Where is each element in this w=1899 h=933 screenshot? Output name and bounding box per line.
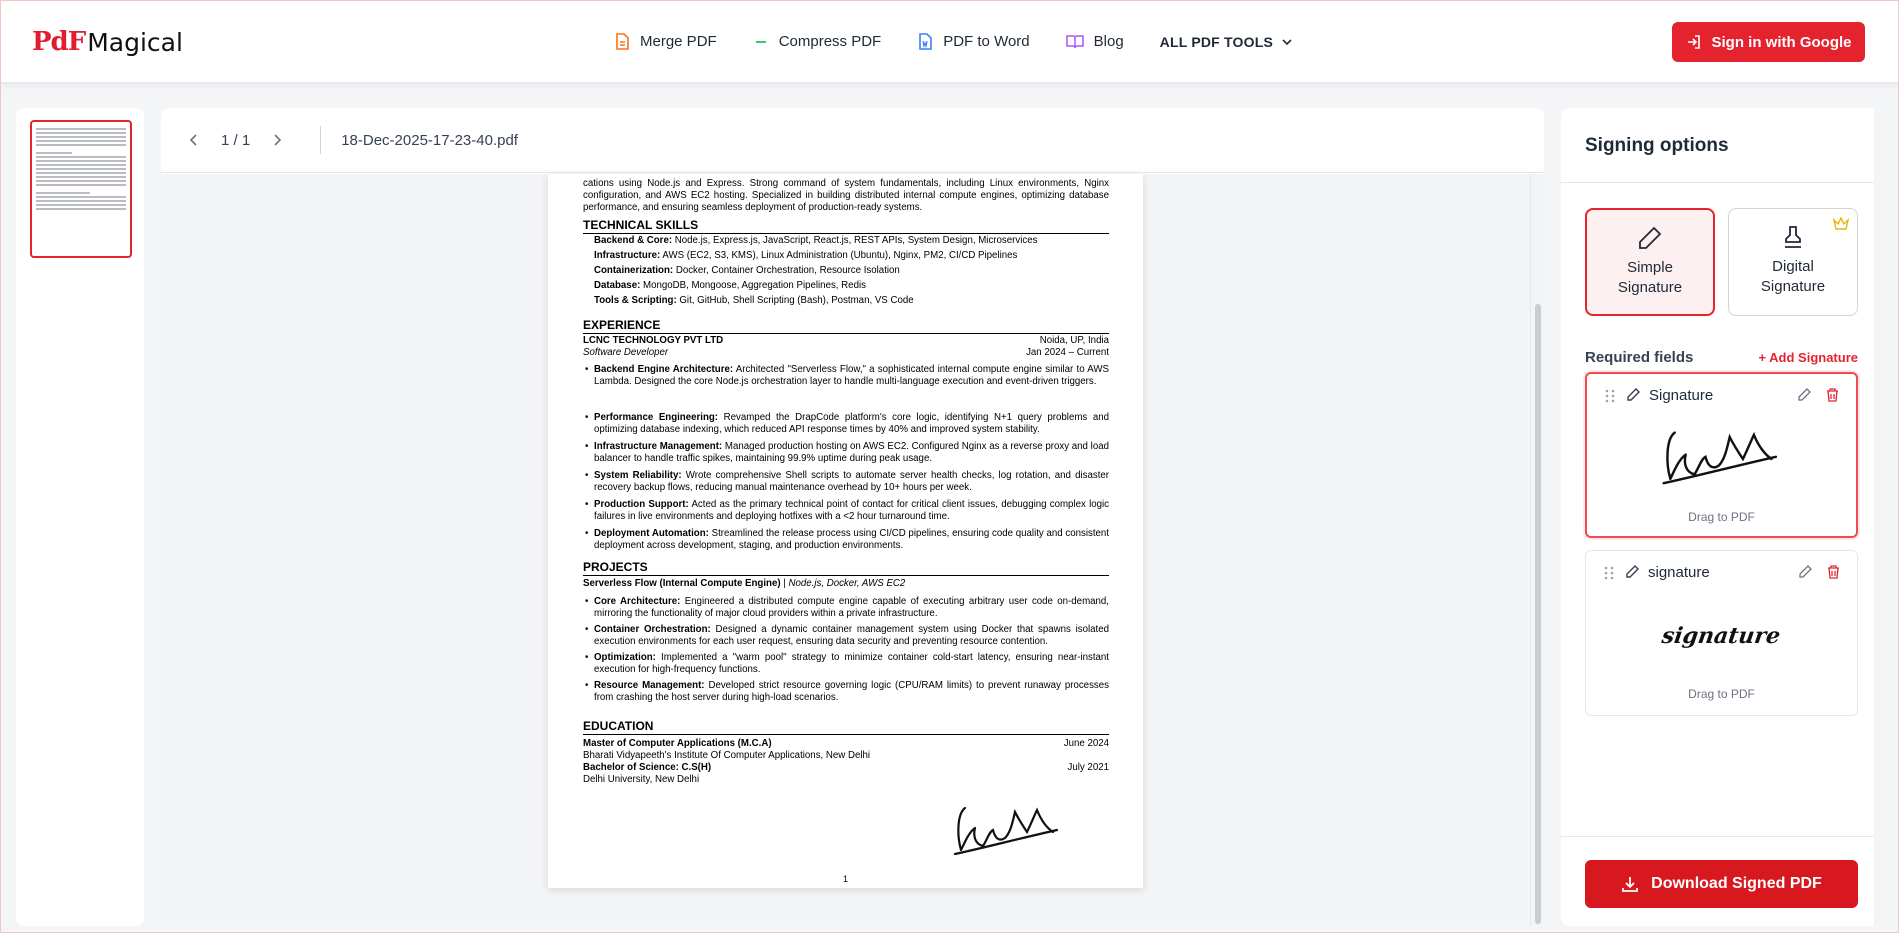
role-row: Software Developer Jan 2024 – Current <box>583 347 1109 358</box>
viewer-scrollbar[interactable] <box>1530 174 1544 926</box>
drag-hint: Drag to PDF <box>1688 510 1755 524</box>
experience-bullet: Production Support: Acted as the primary… <box>583 499 1109 522</box>
project-title-row: Serverless Flow (Internal Compute Engine… <box>583 578 906 589</box>
panel-scrollbar[interactable] <box>1874 108 1882 926</box>
drag-handle-icon[interactable] <box>1605 389 1615 403</box>
experience-bullet: Backend Engine Architecture: Architected… <box>583 364 1109 387</box>
nav-blog-label: Blog <box>1093 33 1124 50</box>
drag-handle-icon[interactable] <box>1604 566 1614 580</box>
signature-preview: signature <box>1586 601 1857 671</box>
book-icon <box>1065 34 1084 48</box>
top-header: PdF Magical Merge PDF Compress PDF PDF t… <box>0 0 1899 83</box>
simple-signature-option[interactable]: Simple Signature <box>1585 208 1715 316</box>
panel-footer-divider <box>1561 836 1882 837</box>
education-row: Bachelor of Science: C.S(H) July 2021 <box>583 762 1109 773</box>
pdf-page[interactable]: cations using Node.js and Express. Stron… <box>548 174 1143 888</box>
signature-name: Signature <box>1649 387 1714 404</box>
main-nav: Merge PDF Compress PDF PDF to Word Blog … <box>614 0 1329 83</box>
nav-pdf-to-word-label: PDF to Word <box>943 33 1030 50</box>
skill-row: Infrastructure: AWS (EC2, S3, KMS), Linu… <box>594 250 1018 261</box>
project-bullet: Resource Management: Developed strict re… <box>583 680 1109 703</box>
page-number: 1 <box>842 874 848 884</box>
project-bullet: Optimization: Implemented a "warm pool" … <box>583 652 1109 675</box>
education-school: Delhi University, New Delhi <box>583 774 700 785</box>
page-thumbnail-1[interactable] <box>30 120 132 258</box>
chevron-down-icon <box>1282 38 1292 45</box>
thumbnail-sidebar <box>16 108 144 926</box>
company-row: LCNC TECHNOLOGY PVT LTD Noida, UP, India <box>583 335 1109 346</box>
sign-in-label: Sign in with Google <box>1711 33 1852 51</box>
nav-compress-pdf-label: Compress PDF <box>778 33 882 50</box>
typed-signature: signature <box>1660 623 1783 649</box>
scrollbar-thumb[interactable] <box>1535 304 1541 924</box>
viewer-toolbar: 1 / 1 18-Dec-2025-17-23-40.pdf <box>161 108 1544 173</box>
section-technical-skills: TECHNICAL SKILLS <box>583 218 1109 234</box>
nav-merge-pdf-label: Merge PDF <box>640 33 717 50</box>
file-name: 18-Dec-2025-17-23-40.pdf <box>341 131 518 149</box>
nav-all-tools-label: ALL PDF TOOLS <box>1159 33 1273 50</box>
signature-card[interactable]: signature signature Drag to PDF <box>1585 550 1858 716</box>
edit-icon[interactable] <box>1797 388 1811 402</box>
digital-signature-label: Digital Signature <box>1760 258 1826 295</box>
placed-signature[interactable] <box>953 802 1063 862</box>
pen-icon <box>1626 565 1639 578</box>
download-icon <box>1622 877 1639 892</box>
download-label: Download Signed PDF <box>1651 875 1822 892</box>
chevron-left-icon[interactable] <box>187 133 201 147</box>
skill-row: Database: MongoDB, Mongoose, Aggregation… <box>594 280 866 291</box>
document-icon <box>616 32 629 50</box>
required-fields-label: Required fields <box>1585 349 1694 366</box>
panel-divider <box>1561 182 1882 183</box>
simple-signature-label: Simple Signature <box>1617 259 1683 296</box>
signing-options-panel: Signing options Simple Signature Digital… <box>1561 108 1882 926</box>
nav-merge-pdf[interactable]: Merge PDF <box>614 32 717 51</box>
section-experience: EXPERIENCE <box>583 318 1109 334</box>
nav-compress-pdf[interactable]: Compress PDF <box>753 33 882 51</box>
drag-hint: Drag to PDF <box>1688 687 1755 701</box>
download-signed-pdf-button[interactable]: Download Signed PDF <box>1585 860 1858 908</box>
project-bullet: Container Orchestration: Designed a dyna… <box>583 624 1109 647</box>
digital-signature-option[interactable]: Digital Signature <box>1728 208 1858 316</box>
experience-bullet: Deployment Automation: Streamlined the r… <box>583 528 1109 551</box>
section-projects: PROJECTS <box>583 560 1109 576</box>
logo-text: Magical <box>87 27 183 57</box>
logo[interactable]: PdF Magical <box>32 26 183 58</box>
experience-bullet: System Reliability: Wrote comprehensive … <box>583 470 1109 493</box>
experience-bullet: Infrastructure Management: Managed produ… <box>583 441 1109 464</box>
skill-row: Containerization: Docker, Container Orch… <box>594 265 900 276</box>
sign-in-google-button[interactable]: Sign in with Google <box>1672 22 1865 62</box>
add-signature-button[interactable]: + Add Signature <box>1758 350 1858 365</box>
panel-title: Signing options <box>1585 135 1729 156</box>
experience-bullet: Performance Engineering: Revamped the Dr… <box>583 412 1109 435</box>
crown-icon <box>1833 217 1849 230</box>
trash-icon[interactable] <box>1827 565 1840 579</box>
nav-all-pdf-tools[interactable]: ALL PDF TOOLS <box>1160 34 1293 50</box>
signature-name: signature <box>1648 564 1710 581</box>
pen-icon <box>1627 388 1640 401</box>
pdf-viewer: 1 / 1 18-Dec-2025-17-23-40.pdf cations u… <box>161 108 1544 926</box>
pen-icon <box>1587 224 1713 252</box>
trash-icon[interactable] <box>1826 388 1839 402</box>
nav-blog[interactable]: Blog <box>1065 33 1124 51</box>
edit-icon[interactable] <box>1798 565 1812 579</box>
resume-intro: cations using Node.js and Express. Stron… <box>583 178 1109 213</box>
skill-row: Backend & Core: Node.js, Express.js, Jav… <box>594 235 1038 246</box>
sign-in-icon <box>1687 35 1700 49</box>
section-education: EDUCATION <box>583 719 1109 735</box>
project-bullet: Core Architecture: Engineered a distribu… <box>583 596 1109 619</box>
education-school: Bharati Vidyapeeth's Institute Of Comput… <box>583 750 871 761</box>
skill-row: Tools & Scripting: Git, GitHub, Shell Sc… <box>594 295 914 306</box>
nav-pdf-to-word[interactable]: PDF to Word <box>917 32 1030 51</box>
page-indicator: 1 / 1 <box>221 131 251 149</box>
education-row: Master of Computer Applications (M.C.A) J… <box>583 738 1109 749</box>
word-file-icon <box>919 32 933 50</box>
toolbar-divider <box>320 126 322 154</box>
logo-pdf-mark: PdF <box>32 27 86 57</box>
signature-preview <box>1587 424 1856 494</box>
minus-icon <box>755 40 766 43</box>
chevron-right-icon[interactable] <box>270 133 284 147</box>
signature-card[interactable]: Signature Drag to PDF <box>1585 372 1858 538</box>
